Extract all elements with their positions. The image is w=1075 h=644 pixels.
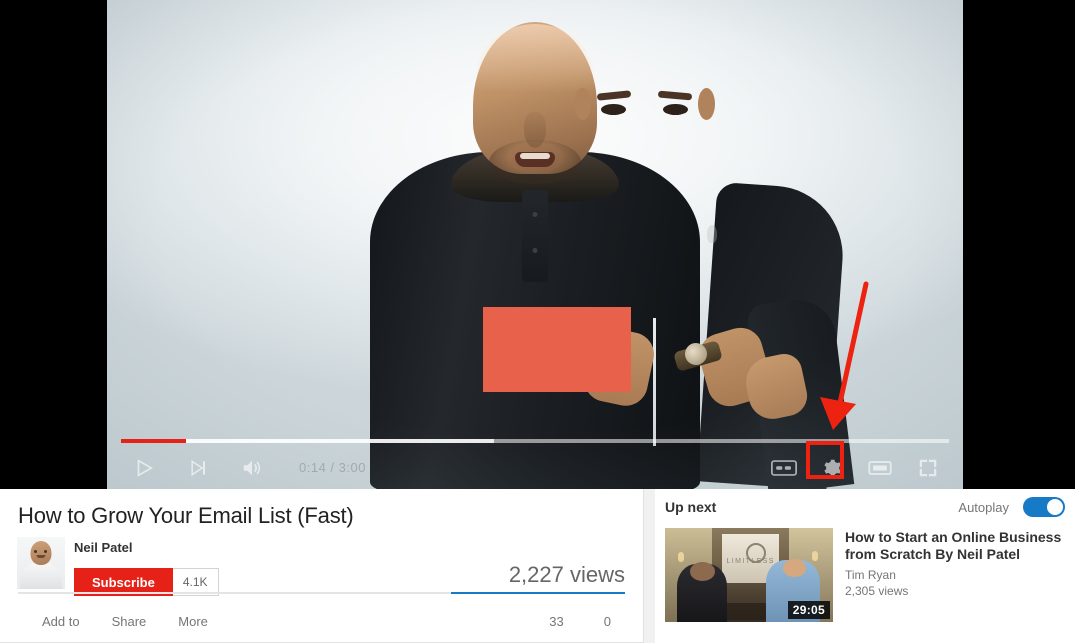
share-button[interactable]: Share	[96, 614, 163, 629]
fullscreen-icon	[919, 459, 937, 476]
suggestion-channel[interactable]: Tim Ryan	[845, 568, 1069, 582]
autoplay-group: Autoplay	[958, 497, 1065, 517]
next-icon	[191, 459, 205, 476]
progress-played	[121, 439, 187, 443]
thumbnail-head-left	[690, 561, 716, 581]
more-button[interactable]: More	[162, 614, 224, 629]
theater-mode-button[interactable]	[865, 453, 895, 483]
thumbnail-logo-text: LIMITLESS	[726, 558, 775, 566]
video-player[interactable]: 0:14 / 3:00	[0, 0, 1075, 489]
up-next-header: Up next Autoplay	[665, 492, 1065, 522]
suggestion-thumbnail[interactable]: LIMITLESS 29:05	[665, 528, 833, 622]
play-button[interactable]	[129, 453, 159, 483]
suggestion-title[interactable]: How to Start an Online Business from Scr…	[845, 529, 1069, 563]
avatar-head	[30, 541, 52, 565]
up-next-label: Up next	[665, 499, 717, 515]
suggestion-views: 2,305 views	[845, 584, 909, 598]
video-duration-badge: 29:05	[787, 601, 830, 619]
autoplay-toggle[interactable]	[1023, 497, 1065, 517]
rating-bar-fill	[450, 592, 625, 594]
time-display: 0:14 / 3:00	[299, 460, 366, 475]
rating-bar	[18, 592, 625, 594]
volume-button[interactable]	[237, 453, 267, 483]
add-to-button[interactable]: Add to	[26, 614, 96, 629]
video-vignette	[107, 0, 963, 489]
suggestion-info: How to Start an Online Business from Scr…	[845, 528, 1069, 622]
autoplay-toggle-knob	[1047, 499, 1063, 515]
video-stage[interactable]	[107, 0, 963, 489]
page-title: How to Grow Your Email List (Fast)	[18, 503, 354, 528]
page-below-player: How to Grow Your Email List (Fast) Neil …	[0, 489, 1075, 644]
avatar-eye-left	[34, 550, 37, 553]
volume-icon	[243, 460, 261, 475]
autoplay-label: Autoplay	[958, 499, 1009, 515]
up-next-sidebar: Up next Autoplay LIMITLESS 29:05 How to …	[655, 489, 1075, 644]
thumbnail-lamp	[811, 550, 818, 561]
thumbnail-head-right	[782, 559, 807, 577]
closed-captions-icon	[771, 459, 797, 476]
avatar[interactable]	[17, 537, 65, 589]
action-bar: Add to Share More 33 0	[0, 601, 643, 641]
theater-icon	[868, 460, 892, 475]
play-icon	[137, 458, 153, 477]
captions-button[interactable]	[769, 453, 799, 483]
redaction-rectangle	[483, 307, 631, 392]
annotation-highlight-box	[806, 441, 844, 479]
like-count[interactable]: 33	[549, 614, 563, 629]
fullscreen-button[interactable]	[913, 453, 943, 483]
avatar-eye-right	[44, 550, 47, 553]
view-count: 2,227 views	[508, 562, 625, 587]
video-info-column: How to Grow Your Email List (Fast) Neil …	[0, 489, 644, 643]
channel-name[interactable]: Neil Patel	[74, 540, 133, 555]
dislike-count[interactable]: 0	[604, 614, 611, 629]
next-video-button[interactable]	[183, 453, 213, 483]
list-item[interactable]: LIMITLESS 29:05 How to Start an Online B…	[665, 528, 1073, 622]
